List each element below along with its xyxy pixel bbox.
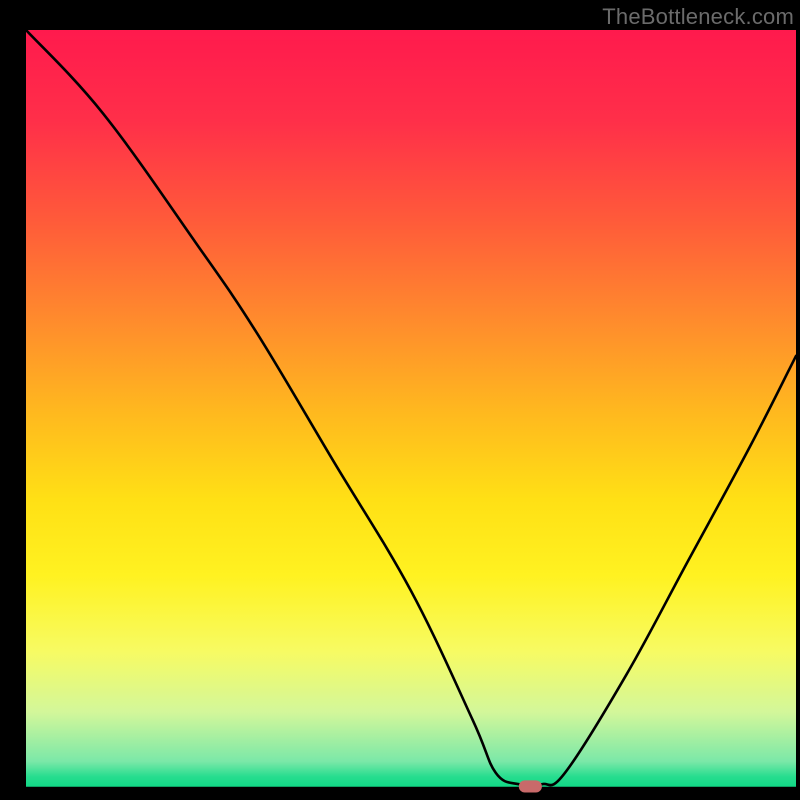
- watermark-label: TheBottleneck.com: [602, 4, 794, 30]
- chart-frame: TheBottleneck.com: [0, 0, 800, 800]
- plot-background: [26, 30, 796, 788]
- optimal-marker: [519, 780, 542, 792]
- bottleneck-chart: [0, 0, 800, 800]
